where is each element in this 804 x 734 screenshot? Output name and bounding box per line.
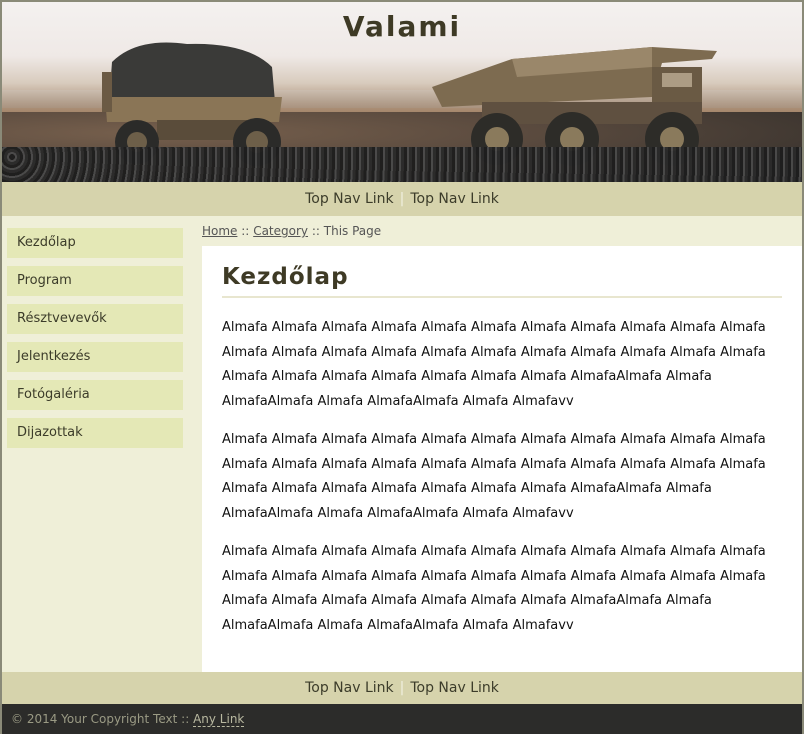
content-paragraph: Almafa Almafa Almafa Almafa Almafa Almaf…: [222, 544, 766, 633]
sidebar-item-fotogaleria[interactable]: Fotógaléria: [7, 380, 183, 410]
breadcrumb: Home :: Category :: This Page: [202, 224, 381, 238]
footer: © 2014 Your Copyright Text :: Any Link: [2, 704, 802, 734]
sidebar-item-kezdolap[interactable]: Kezdőlap: [7, 228, 183, 258]
content-paragraph: Almafa Almafa Almafa Almafa Almafa Almaf…: [222, 320, 766, 409]
top-nav: Top Nav Link | Top Nav Link: [2, 182, 802, 216]
top-nav-separator: |: [399, 191, 405, 207]
breadcrumb-separator: ::: [241, 224, 250, 238]
sidebar-item-resztvevok[interactable]: Résztvevevők: [7, 304, 183, 334]
breadcrumb-separator: ::: [311, 224, 320, 238]
top-nav-link-2[interactable]: Top Nav Link: [410, 191, 499, 207]
page-heading: Kezdőlap: [222, 264, 782, 298]
bottom-nav: Top Nav Link | Top Nav Link: [2, 672, 802, 704]
copyright-text: © 2014 Your Copyright Text: [11, 712, 178, 726]
top-nav-link-1[interactable]: Top Nav Link: [305, 191, 394, 207]
footer-any-link[interactable]: Any Link: [193, 712, 245, 727]
page-frame: Valami Top Nav Link | Top Nav Link Kezdő…: [0, 0, 804, 734]
sidebar-item-dijazottak[interactable]: Dijazottak: [7, 418, 183, 448]
bottom-nav-separator: |: [399, 680, 405, 696]
header-banner: Valami: [2, 2, 802, 182]
content-paragraph: Almafa Almafa Almafa Almafa Almafa Almaf…: [222, 432, 766, 521]
breadcrumb-category-link[interactable]: Category: [253, 224, 308, 238]
sidebar-item-jelentkezes[interactable]: Jelentkezés: [7, 342, 183, 372]
breadcrumb-home-link[interactable]: Home: [202, 224, 237, 238]
sidebar-item-program[interactable]: Program: [7, 266, 183, 296]
main-content: Kezdőlap Almafa Almafa Almafa Almafa Alm…: [202, 246, 802, 672]
bottom-nav-link-1[interactable]: Top Nav Link: [305, 680, 394, 696]
breadcrumb-current: This Page: [323, 224, 382, 238]
sidebar: Kezdőlap Program Résztvevevők Jelentkezé…: [2, 216, 202, 672]
bottom-nav-link-2[interactable]: Top Nav Link: [410, 680, 499, 696]
rubble: [2, 147, 802, 182]
site-title: Valami: [342, 10, 462, 43]
footer-separator: ::: [181, 712, 190, 726]
